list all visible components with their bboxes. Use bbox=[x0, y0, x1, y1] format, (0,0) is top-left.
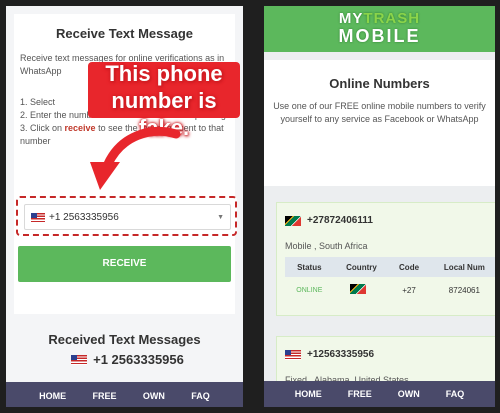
caret-down-icon: ▼ bbox=[217, 213, 224, 221]
code-cell: +27 bbox=[402, 285, 416, 295]
online-numbers-description: Use one of our FREE online mobile number… bbox=[273, 101, 486, 124]
number-select[interactable]: +1 2563335956 ▼ bbox=[24, 204, 231, 230]
left-screenshot: Receive Text Message Receive text messag… bbox=[6, 6, 243, 407]
us-flag-icon bbox=[285, 349, 301, 360]
logo-mobile: MOBILE bbox=[338, 26, 421, 46]
logo[interactable]: MYTRASH bbox=[264, 10, 495, 27]
local-cell: 8724061 bbox=[448, 285, 480, 295]
us-flag-icon bbox=[31, 212, 45, 222]
col-country: Country bbox=[333, 257, 390, 277]
highlighted-number-select: +1 2563335956 ▼ bbox=[16, 196, 237, 236]
curved-arrow-icon bbox=[90, 126, 181, 190]
online-numbers-title: Online Numbers bbox=[329, 76, 430, 91]
nav-own[interactable]: OWN bbox=[143, 391, 165, 401]
col-code: Code bbox=[389, 257, 429, 277]
nav-home[interactable]: HOME bbox=[295, 389, 322, 399]
col-status: Status bbox=[285, 257, 334, 277]
receive-button[interactable]: RECEIVE bbox=[18, 246, 231, 282]
col-local: Local Num bbox=[428, 257, 495, 277]
selected-number: +1 2563335956 bbox=[49, 211, 119, 223]
site-header: MYTRASH MOBILE bbox=[264, 6, 495, 52]
za-flag-icon bbox=[350, 284, 367, 294]
number-title: +27872406111 bbox=[285, 215, 373, 226]
nav-faq[interactable]: FAQ bbox=[191, 391, 210, 401]
bottom-nav: HOME FREE OWN FAQ bbox=[6, 382, 243, 407]
number-location: Mobile , South Africa bbox=[285, 241, 368, 251]
za-flag-icon bbox=[285, 215, 301, 226]
us-flag-icon bbox=[71, 354, 88, 365]
status-badge: ONLINE bbox=[296, 286, 323, 294]
country-cell bbox=[334, 277, 390, 303]
bottom-nav: HOME FREE OWN FAQ bbox=[264, 381, 495, 407]
nav-own[interactable]: OWN bbox=[398, 389, 420, 399]
right-screenshot: MYTRASH MOBILE Online Numbers Use one of… bbox=[264, 6, 495, 407]
nav-free[interactable]: FREE bbox=[93, 391, 117, 401]
received-number: +1 2563335956 bbox=[6, 352, 243, 367]
number-info-table: Status Country Code Local Num ONLINE +27… bbox=[285, 257, 495, 303]
nav-home[interactable]: HOME bbox=[39, 391, 66, 401]
number-title: +12563335956 bbox=[285, 349, 374, 360]
page-title: Receive Text Message bbox=[55, 26, 194, 41]
nav-free[interactable]: FREE bbox=[348, 389, 372, 399]
number-card[interactable]: +27872406111 Mobile , South Africa Statu… bbox=[276, 202, 495, 316]
online-numbers-card: Online Numbers Use one of our FREE onlin… bbox=[264, 60, 495, 186]
table-row: ONLINE +27 8724061 bbox=[285, 277, 495, 303]
received-messages-title: Received Text Messages bbox=[48, 332, 201, 347]
nav-faq[interactable]: FAQ bbox=[446, 389, 465, 399]
